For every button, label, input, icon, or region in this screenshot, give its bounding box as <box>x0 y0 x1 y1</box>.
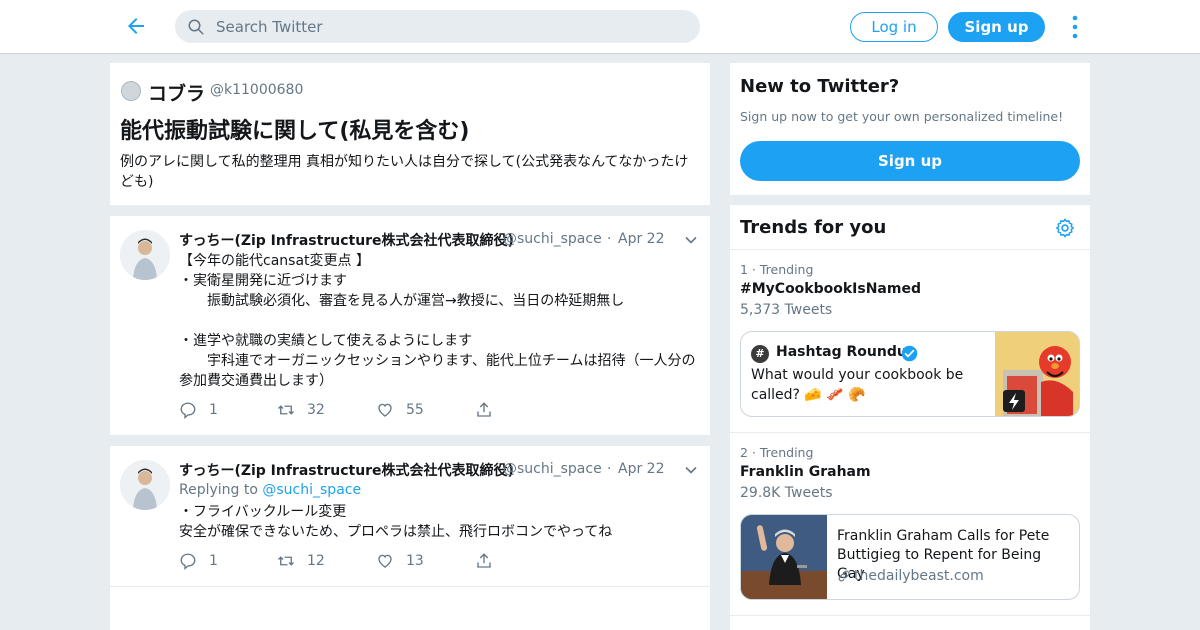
like-button[interactable]: 13 <box>376 551 424 571</box>
share-button[interactable] <box>475 551 505 571</box>
separator-dot: · <box>607 231 612 247</box>
signup-large-button[interactable]: Sign up <box>740 141 1080 181</box>
gear-icon[interactable] <box>1054 217 1076 239</box>
retweet-count: 32 <box>307 402 325 418</box>
trend-meta: 1 · Trending <box>740 262 814 277</box>
signup-heading: New to Twitter? <box>740 76 900 97</box>
trend-tweet-count: 29.8K Tweets <box>740 485 833 501</box>
trend-meta: 2 · Trending <box>740 445 814 460</box>
divider <box>110 586 710 587</box>
card-thumbnail <box>995 332 1079 416</box>
tweet-actions: 1 32 55 <box>179 400 509 420</box>
trend-card[interactable]: Franklin Graham Calls for Pete Buttigieg… <box>740 514 1080 600</box>
avatar-person-icon <box>120 460 170 510</box>
tweet[interactable]: すっちー(Zip Infrastructure株式会社代表取締役) @suchi… <box>110 446 710 630</box>
reply-icon <box>180 553 196 570</box>
reply-button[interactable]: 1 <box>179 551 218 571</box>
author-name[interactable]: コブラ <box>148 79 205 106</box>
search-placeholder: Search Twitter <box>216 18 323 36</box>
reply-icon <box>180 402 196 419</box>
tweet-text: ・フライバックルール変更 安全が確保できないため、プロペラは禁止、飛行ロボコンで… <box>179 504 613 540</box>
back-arrow-icon[interactable] <box>124 14 148 38</box>
top-bar: Search Twitter Log in Sign up <box>0 0 1200 54</box>
separator-dot: · <box>607 461 612 477</box>
heart-icon <box>378 403 392 417</box>
trend-name[interactable]: Franklin Graham <box>740 464 871 480</box>
author-avatar[interactable] <box>121 81 141 101</box>
author-handle[interactable]: @k11000680 <box>210 82 303 98</box>
tweet[interactable]: すっちー(Zip Infrastructure株式会社代表取締役) @suchi… <box>110 216 710 435</box>
like-button[interactable]: 55 <box>376 400 424 420</box>
moment-header: コブラ @k11000680 能代振動試験に関して(私見を含む) 例のアレに関し… <box>110 63 710 205</box>
share-icon <box>477 402 491 417</box>
tweet-author-handle[interactable]: @suchi_space <box>503 231 602 247</box>
trend-tweet-count: 5,373 Tweets <box>740 302 833 318</box>
card-text: What would your cookbook be called? 🧀 🥓 … <box>751 367 964 403</box>
share-icon <box>477 553 491 568</box>
retweet-button[interactable]: 12 <box>277 551 325 571</box>
reply-count: 1 <box>209 402 218 418</box>
heart-icon <box>378 554 392 568</box>
search-icon <box>188 19 204 35</box>
trend-name[interactable]: #MyCookbookIsNamed <box>740 281 921 297</box>
share-button[interactable] <box>475 400 505 420</box>
reply-button[interactable]: 1 <box>179 400 218 420</box>
tweet-author-name[interactable]: すっちー(Zip Infrastructure株式会社代表取締役) <box>179 230 514 250</box>
tweet-author-handle[interactable]: @suchi_space <box>503 461 602 477</box>
moment-title: 能代振動試験に関して(私見を含む) <box>120 119 470 144</box>
signup-button[interactable]: Sign up <box>948 12 1045 42</box>
more-options-icon[interactable] <box>1068 14 1082 40</box>
tweet-date[interactable]: Apr 22 <box>618 461 664 477</box>
retweet-icon <box>278 556 294 566</box>
search-input[interactable]: Search Twitter <box>175 10 700 43</box>
divider <box>730 615 1090 616</box>
trend-card[interactable]: # Hashtag Roundup What would your cookbo… <box>740 331 1080 417</box>
avatar[interactable] <box>120 230 170 280</box>
card-url: thedailybeast.com <box>837 568 984 584</box>
divider <box>730 432 1090 433</box>
chevron-down-icon[interactable] <box>684 463 698 477</box>
replying-prefix: Replying to <box>179 482 263 498</box>
signup-subtext: Sign up now to get your own personalized… <box>740 109 1064 124</box>
tweet-actions: 1 12 13 <box>179 551 509 571</box>
like-count: 55 <box>406 402 424 418</box>
retweet-icon <box>278 405 294 415</box>
reply-count: 1 <box>209 553 218 569</box>
retweet-count: 12 <box>307 553 325 569</box>
retweet-button[interactable]: 32 <box>277 400 325 420</box>
replying-to: Replying to @suchi_space <box>179 482 361 498</box>
moment-description: 例のアレに関して私的整理用 真相が知りたい人は自分で探して(公式発表なんてなかっ… <box>120 154 689 190</box>
tweet-date[interactable]: Apr 22 <box>618 231 664 247</box>
login-button[interactable]: Log in <box>850 12 938 42</box>
card-url-text: thedailybeast.com <box>854 568 984 584</box>
trends-panel: Trends for you 1 · Trending #MyCookbookI… <box>730 205 1090 630</box>
avatar[interactable] <box>120 460 170 510</box>
replying-to-link[interactable]: @suchi_space <box>262 482 361 498</box>
signup-panel: New to Twitter? Sign up now to get your … <box>730 63 1090 195</box>
link-icon <box>838 570 850 582</box>
puppet-image-icon <box>995 332 1079 416</box>
divider <box>730 249 1090 250</box>
like-count: 13 <box>406 553 424 569</box>
chevron-down-icon[interactable] <box>684 233 698 247</box>
tweet-text: 【今年の能代cansat変更点 】 ・実衛星開発に近づけます 振動試験必須化、審… <box>179 253 696 389</box>
hashtag-roundup-avatar: # <box>751 345 769 363</box>
card-source-name: Hashtag Roundup <box>776 344 917 360</box>
card-thumbnail <box>741 515 827 599</box>
tweet-author-name[interactable]: すっちー(Zip Infrastructure株式会社代表取締役) <box>179 460 514 480</box>
verified-badge-icon <box>901 345 918 362</box>
avatar-person-icon <box>120 230 170 280</box>
trends-heading: Trends for you <box>740 217 887 238</box>
speaker-photo-icon <box>741 515 827 599</box>
